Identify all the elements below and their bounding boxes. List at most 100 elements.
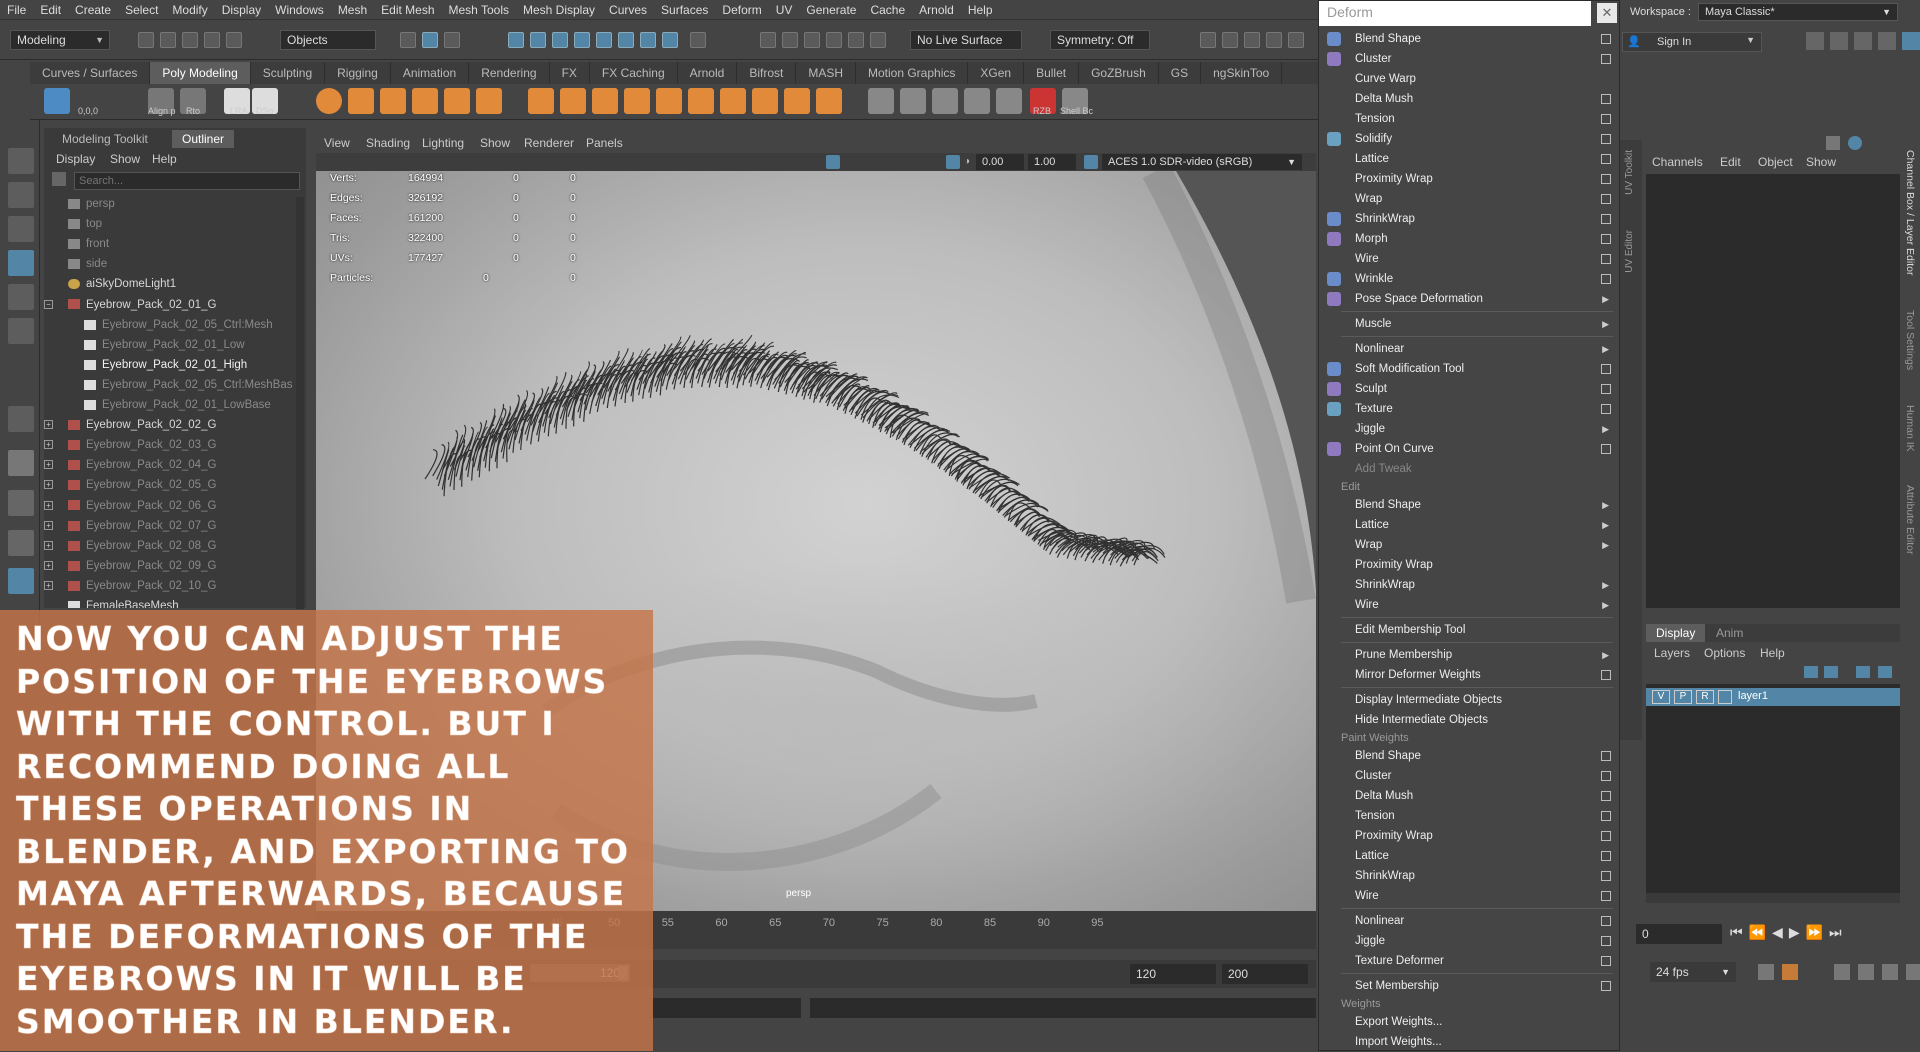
colorspace-dropdown[interactable]: ACES 1.0 SDR-video (sRGB) ▼ [1102,154,1302,170]
four-view-icon[interactable] [8,490,34,516]
connect-icon[interactable] [932,88,958,114]
select-by-dynamic-icon[interactable] [618,32,634,48]
close-icon[interactable]: ✕ [1597,3,1617,23]
outliner-item[interactable]: top [68,214,102,234]
channel-menu-object[interactable]: Object [1758,155,1793,169]
move-layer-down-icon[interactable] [1824,666,1838,678]
deform-menu-item[interactable]: Sculpt [1355,379,1617,399]
new-layer-icon[interactable] [1856,666,1870,678]
menu-mesh[interactable]: Mesh [331,3,374,17]
deform-menu-item[interactable]: Wire ▶ [1355,595,1617,615]
outliner-item[interactable]: Eyebrow_Pack_02_01_Low [84,335,245,355]
option-box-icon[interactable] [1601,956,1611,966]
option-box-icon[interactable] [1601,751,1611,761]
outliner-item[interactable]: + Eyebrow_Pack_02_08_G [44,536,216,556]
smooth-icon[interactable] [624,88,650,114]
sphere-icon[interactable] [316,88,342,114]
menu-select[interactable]: Select [118,3,165,17]
layer-row[interactable]: V P R layer1 [1646,688,1900,706]
select-tool-icon[interactable] [8,148,34,174]
deform-menu-item[interactable]: Edit Membership Tool [1355,620,1617,640]
layer-reference-toggle[interactable]: R [1696,690,1714,704]
move-layer-up-icon[interactable] [1804,666,1818,678]
deform-menu-item[interactable]: Nonlinear [1355,911,1617,931]
option-box-icon[interactable] [1601,174,1611,184]
shelf-tab-xgen[interactable]: XGen [968,62,1025,84]
hypershade-icon[interactable] [1266,32,1282,48]
menu-windows[interactable]: Windows [268,3,331,17]
extract-icon[interactable] [592,88,618,114]
cone-icon[interactable] [412,88,438,114]
option-box-icon[interactable] [1601,364,1611,374]
deform-menu-item[interactable]: Lattice [1355,846,1617,866]
render-icon[interactable] [1200,32,1216,48]
cube-icon[interactable] [348,88,374,114]
new-layer-selected-icon[interactable] [1878,666,1892,678]
extrude-icon[interactable] [688,88,714,114]
tab-human-ik[interactable]: Human IK [1904,405,1916,452]
option-box-icon[interactable] [1601,214,1611,224]
gamma-field[interactable]: 1.00 [1028,154,1076,170]
multi-cut-icon[interactable] [868,88,894,114]
deform-menu-item[interactable]: Cluster [1355,49,1617,69]
select-by-handle-icon[interactable] [508,32,524,48]
target-weld-icon[interactable] [900,88,926,114]
bevel-icon[interactable] [720,88,746,114]
component-mode-icon[interactable] [444,32,460,48]
vp-menu-shading[interactable]: Shading [366,136,410,150]
sound-icon[interactable] [1834,964,1850,980]
outliner-menu-help[interactable]: Help [152,152,177,166]
outliner-item[interactable]: Eyebrow_Pack_02_05_Ctrl:MeshBas [84,375,293,395]
deform-menu-item[interactable]: Wire [1355,249,1617,269]
outliner-item[interactable]: FemaleBaseMesh [68,596,179,608]
deform-menu-item[interactable]: ShrinkWrap [1355,209,1617,229]
rotate-tool-icon[interactable] [8,284,34,310]
outliner-item[interactable]: aiSkyDomeLight1 [68,274,176,294]
option-box-icon[interactable] [1601,274,1611,284]
option-box-icon[interactable] [1601,831,1611,841]
shelf-tab-motion-graphics[interactable]: Motion Graphics [856,62,969,84]
deform-menu-item[interactable]: Export Weights... [1355,1012,1617,1032]
uv-toolkit-tab[interactable]: UV Toolkit [1624,150,1635,195]
fill-hole-icon[interactable] [752,88,778,114]
deform-menu-item[interactable]: Mirror Deformer Weights [1355,665,1617,685]
tab-channel-box[interactable]: Channel Box / Layer Editor [1904,150,1916,276]
option-box-icon[interactable] [1601,114,1611,124]
outliner-item[interactable]: + Eyebrow_Pack_02_05_G [44,475,216,495]
option-box-icon[interactable] [1601,444,1611,454]
shelf-tab-bifrost[interactable]: Bifrost [737,62,797,84]
select-by-curve-icon[interactable] [552,32,568,48]
tool-settings-icon[interactable] [1854,32,1872,50]
option-box-icon[interactable] [1601,404,1611,414]
layer-editor-toggle-icon[interactable] [1902,32,1920,50]
menu-deform[interactable]: Deform [715,3,768,17]
expand-icon[interactable]: + [44,500,53,510]
lock-icon[interactable] [690,32,706,48]
deform-menu-item[interactable]: Jiggle [1355,931,1617,951]
sign-in-dropdown[interactable]: 👤 Sign In ▼ [1622,32,1762,52]
menu-generate[interactable]: Generate [799,3,863,17]
deform-menu-item[interactable]: Solidify [1355,129,1617,149]
go-to-end-icon[interactable]: ⏭ [1829,924,1848,940]
ipr-render-icon[interactable] [1222,32,1238,48]
snap-grid-icon[interactable] [760,32,776,48]
save-scene-icon[interactable] [182,32,198,48]
outliner-item[interactable]: side [68,254,107,274]
deform-menu-item[interactable]: Display Intermediate Objects [1355,690,1617,710]
menu-modify[interactable]: Modify [165,3,214,17]
open-scene-icon[interactable] [160,32,176,48]
layer-menu-help[interactable]: Help [1760,646,1785,660]
outliner-menu-display[interactable]: Display [56,152,95,166]
deform-menu-item[interactable]: Nonlinear ▶ [1355,339,1617,359]
lasso-tool-icon[interactable] [8,182,34,208]
deform-menu-item[interactable]: Morph [1355,229,1617,249]
shelf-tab-bullet[interactable]: Bullet [1024,62,1080,84]
option-box-icon[interactable] [1601,384,1611,394]
select-by-render-icon[interactable] [640,32,656,48]
shelf-tab-rendering[interactable]: Rendering [469,62,550,84]
expand-icon[interactable]: + [44,580,53,590]
option-box-icon[interactable] [1601,154,1611,164]
shelf-tab-arnold[interactable]: Arnold [678,62,738,84]
move-tool-icon[interactable] [8,250,34,276]
option-box-icon[interactable] [1601,194,1611,204]
